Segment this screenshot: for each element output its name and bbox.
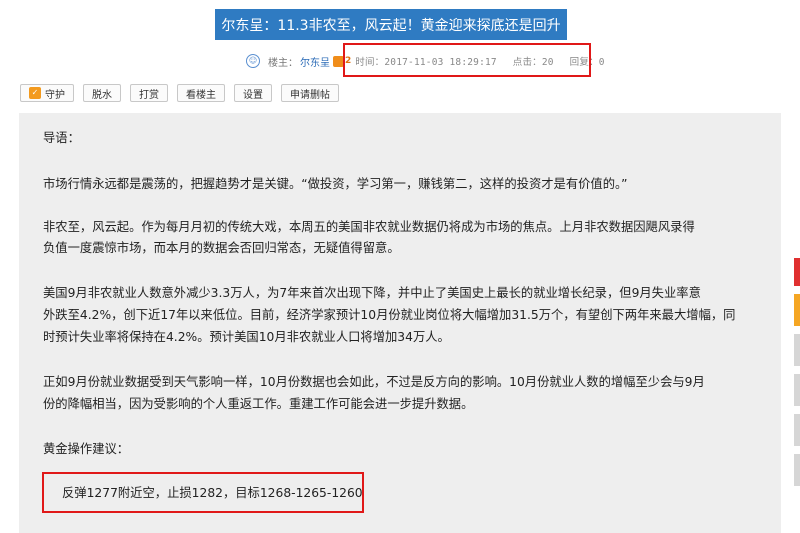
- dehydrate-button[interactable]: 脱水: [83, 84, 121, 102]
- shield-icon: ✓: [29, 87, 41, 99]
- paragraph-3-line-3: 时预计失业率将保持在4.2%。预计美国10月非农就业人口将增加34万人。: [43, 330, 450, 344]
- paragraph-2-line-2: 负值一度震惊市场，而本月的数据会否回归常态，无疑值得留意。: [43, 241, 400, 255]
- post-title: 尔东呈：11.3非农至，风云起！黄金迎来探底还是回升: [215, 9, 567, 40]
- paragraph-3-line-1: 美国9月非农就业人数意外减少3.3万人，为7年来首次出现下降，并中止了美国史上最…: [43, 286, 701, 300]
- author-link[interactable]: 尔东呈: [300, 54, 330, 69]
- side-tab-grey-4[interactable]: [794, 454, 800, 486]
- request-delete-button[interactable]: 申请删帖: [281, 84, 339, 102]
- side-tab-grey-1[interactable]: [794, 334, 800, 366]
- paragraph-3-line-2: 外跌至4.2%，创下近17年以来低位。目前，经济学家预计10月份就业岗位将大幅增…: [43, 308, 736, 322]
- guard-label: 守护: [45, 89, 65, 101]
- post-toolbar: ✓ 守护 脱水 打赏 看楼主 设置 申请删帖: [20, 84, 348, 102]
- smile-icon: ☺: [246, 54, 260, 68]
- paragraph-1: 市场行情永远都是震荡的，把握趋势才是关键。“做投资，学习第一，赚钱第二，这样的投…: [43, 177, 628, 191]
- paragraph-4-line-1: 正如9月份就业数据受到天气影响一样，10月份数据也会如此，不过是反方向的影响。1…: [43, 375, 705, 389]
- side-tab-orange[interactable]: [794, 294, 800, 326]
- side-tab-grey-2[interactable]: [794, 374, 800, 406]
- settings-button[interactable]: 设置: [234, 84, 272, 102]
- highlight-box-advice: [42, 472, 364, 513]
- paragraph-4-line-2: 份的降幅相当，因为受影响的个人重返工作。重建工作可能会进一步提升数据。: [43, 397, 474, 411]
- author-label: 楼主：: [268, 57, 298, 69]
- side-tab-red[interactable]: [794, 258, 800, 286]
- advice-heading: 黄金操作建议：: [43, 442, 130, 456]
- side-tab-grey-3[interactable]: [794, 414, 800, 446]
- intro-heading: 导语：: [43, 131, 80, 145]
- tip-button[interactable]: 打赏: [130, 84, 168, 102]
- highlight-box-meta: [343, 43, 591, 77]
- view-op-button[interactable]: 看楼主: [177, 84, 225, 102]
- guard-button[interactable]: ✓ 守护: [20, 84, 74, 102]
- paragraph-2-line-1: 非农至，风云起。作为每月月初的传统大戏，本周五的美国非农就业数据仍将成为市场的焦…: [43, 220, 695, 234]
